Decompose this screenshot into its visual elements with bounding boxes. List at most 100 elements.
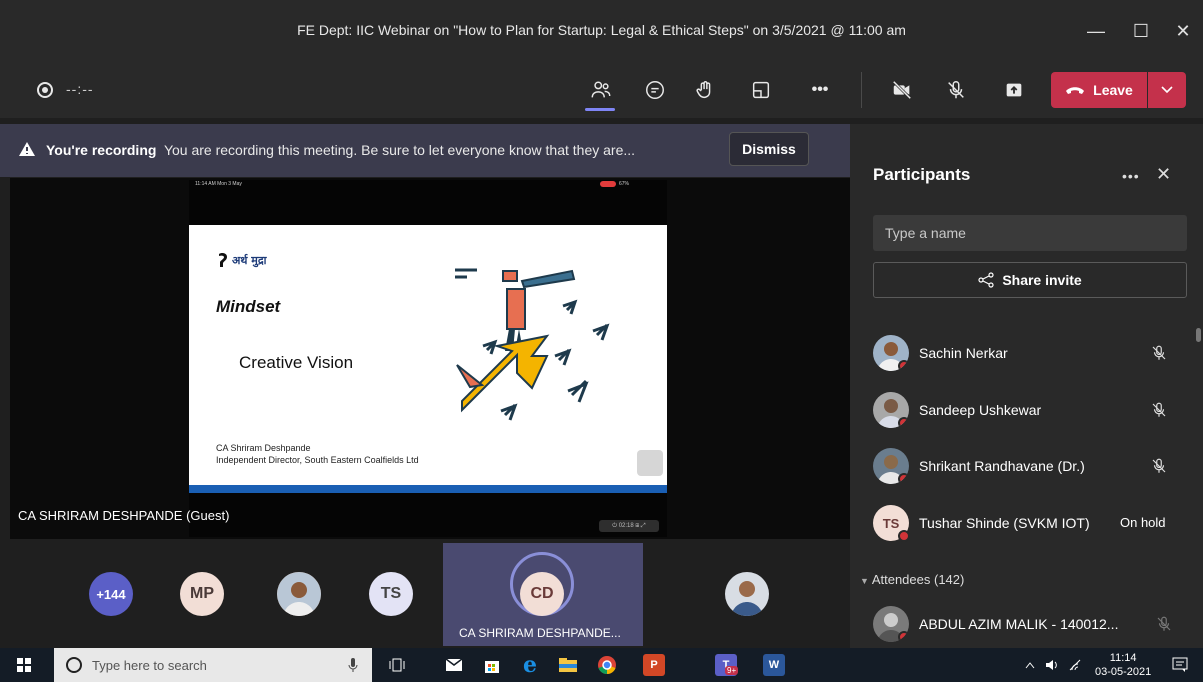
powerpoint-icon[interactable]: P — [643, 654, 665, 676]
slide-subtitle: Creative Vision — [239, 353, 354, 372]
leave-button[interactable]: Leave — [1051, 72, 1147, 108]
participant-search-input[interactable] — [873, 215, 1187, 251]
vision-illustration — [455, 268, 610, 421]
device-record-indicator — [600, 181, 616, 187]
attendees-section-header[interactable]: ▼ Attendees (142) — [860, 572, 964, 587]
panel-scrollbar[interactable] — [1196, 328, 1201, 342]
chevron-up-icon[interactable] — [1025, 661, 1035, 669]
participant-row[interactable]: Sandeep Ushkewar — [850, 390, 1203, 430]
chevron-down-icon: ▼ — [860, 576, 869, 586]
toolbar-separator — [861, 72, 862, 108]
overflow-participants-button[interactable]: +144 — [89, 572, 133, 616]
clock-date: 03-05-2021 — [1095, 666, 1152, 678]
dismiss-button[interactable]: Dismiss — [729, 132, 809, 166]
edge-browser-icon[interactable]: e — [519, 652, 541, 678]
meeting-timer: --:-- — [66, 81, 94, 97]
minimize-icon[interactable]: — — [1081, 16, 1111, 46]
raise-hand-icon[interactable] — [689, 74, 721, 106]
avatar — [873, 392, 909, 428]
mic-off-icon[interactable] — [940, 74, 972, 106]
participant-avatar-cd: CD — [520, 572, 564, 616]
title-bar: FE Dept: IIC Webinar on "How to Plan for… — [0, 0, 1203, 62]
participant-name: Sachin Nerkar — [919, 345, 1008, 361]
slide-heading: Mindset — [216, 297, 281, 316]
slide-footer-bar — [189, 485, 667, 493]
participant-row[interactable]: Sachin Nerkar — [850, 333, 1203, 373]
leave-label: Leave — [1093, 82, 1133, 98]
participant-name: Shrikant Randhavane (Dr.) — [919, 458, 1085, 474]
chevron-down-icon — [1161, 86, 1173, 94]
chrome-icon[interactable] — [596, 654, 618, 676]
warning-icon — [19, 142, 35, 156]
windows-taskbar: Type here to search e P T 9+ W 11:14 03-… — [0, 648, 1203, 682]
participant-photo-avatar[interactable] — [277, 572, 321, 616]
maximize-icon[interactable]: ☐ — [1126, 16, 1156, 46]
attendee-row[interactable]: ABDUL AZIM MALIK - 140012... — [850, 604, 1203, 644]
share-invite-button[interactable]: Share invite — [873, 262, 1187, 298]
participant-row[interactable]: Shrikant Randhavane (Dr.) — [850, 446, 1203, 486]
gallery-strip — [10, 543, 850, 646]
featured-speaker-name: CA SHRIRAM DESHPANDE... — [459, 626, 621, 640]
task-view-icon[interactable] — [389, 658, 405, 672]
mail-icon[interactable] — [443, 654, 465, 676]
participants-panel: Participants ••• ✕ Share invite Sachin N… — [850, 124, 1203, 648]
more-icon[interactable]: ••• — [804, 74, 836, 106]
device-status-bar: 11:14 AM Mon 3 May 67% — [189, 180, 667, 190]
word-icon[interactable]: W — [763, 654, 785, 676]
microphone-icon[interactable] — [348, 657, 358, 673]
person-photo-icon — [725, 572, 769, 616]
taskbar-search[interactable]: Type here to search — [54, 648, 372, 682]
avatar — [873, 335, 909, 371]
avatar — [873, 606, 909, 642]
recording-text: You are recording this meeting. Be sure … — [163, 142, 636, 158]
participants-icon[interactable] — [585, 74, 617, 106]
taskbar-clock[interactable]: 11:14 03-05-2021 — [1095, 651, 1151, 679]
participant-row[interactable]: TS Tushar Shinde (SVKM IOT) On hold — [850, 503, 1203, 543]
breakout-icon[interactable] — [745, 74, 777, 106]
windows-start-icon[interactable] — [17, 658, 31, 672]
mic-off-icon — [1152, 345, 1166, 360]
file-explorer-icon[interactable] — [557, 654, 579, 676]
panel-close-icon[interactable]: ✕ — [1156, 164, 1171, 185]
panel-more-icon[interactable]: ••• — [1122, 168, 1140, 184]
busy-status-icon — [898, 631, 909, 642]
mic-off-icon — [1152, 458, 1166, 473]
volume-icon[interactable] — [1045, 658, 1059, 672]
participant-avatar-ts[interactable]: TS — [369, 572, 413, 616]
notification-icon[interactable] — [1172, 657, 1188, 673]
avatar-initials: TS — [882, 515, 900, 531]
presentation-slide: अर्थ मुद्रा Mindset Creative Vision CA S… — [189, 225, 667, 493]
busy-status-icon — [898, 530, 910, 542]
share-invite-icon — [978, 272, 994, 288]
device-time: 11:14 AM Mon 3 May — [195, 181, 242, 187]
wifi-icon[interactable] — [1068, 658, 1084, 672]
participant-status: On hold — [1120, 515, 1166, 530]
share-invite-label: Share invite — [1002, 272, 1082, 288]
slide-presenter: CA Shriram Deshpande Independent Directo… — [216, 442, 419, 466]
speaker-name: CA SHRIRAM DESHPANDE (Guest) — [18, 508, 230, 523]
attendee-name: ABDUL AZIM MALIK - 140012... — [919, 616, 1119, 632]
participant-photo-avatar-2[interactable] — [725, 572, 769, 616]
shared-screen: 11:14 AM Mon 3 May 67% अर्थ मुद्रा Minds… — [189, 180, 667, 537]
store-icon[interactable] — [481, 654, 503, 676]
share-icon[interactable] — [998, 74, 1030, 106]
recording-message: You're recording You are recording this … — [46, 142, 635, 158]
leave-dropdown-button[interactable] — [1148, 72, 1186, 108]
busy-status-icon — [898, 360, 909, 371]
meeting-toolbar: --:-- ••• Leave — [0, 62, 1203, 118]
teams-meeting-window: FE Dept: IIC Webinar on "How to Plan for… — [0, 0, 1203, 682]
active-tab-indicator — [585, 108, 615, 111]
camera-off-icon[interactable] — [886, 74, 918, 106]
mic-disabled-icon — [1157, 616, 1171, 631]
chat-icon[interactable] — [639, 74, 671, 106]
participant-name: Tushar Shinde (SVKM IOT) — [919, 515, 1090, 531]
participant-avatar-mp[interactable]: MP — [180, 572, 224, 616]
avatar — [873, 448, 909, 484]
presenter-name: CA Shriram Deshpande — [216, 443, 311, 453]
logo-text: अर्थ मुद्रा — [232, 253, 267, 267]
busy-status-icon — [898, 417, 909, 428]
close-icon[interactable]: ✕ — [1168, 16, 1198, 46]
mic-off-icon — [1152, 402, 1166, 417]
participant-name: Sandeep Ushkewar — [919, 402, 1042, 418]
recording-title: You're recording — [46, 142, 157, 158]
